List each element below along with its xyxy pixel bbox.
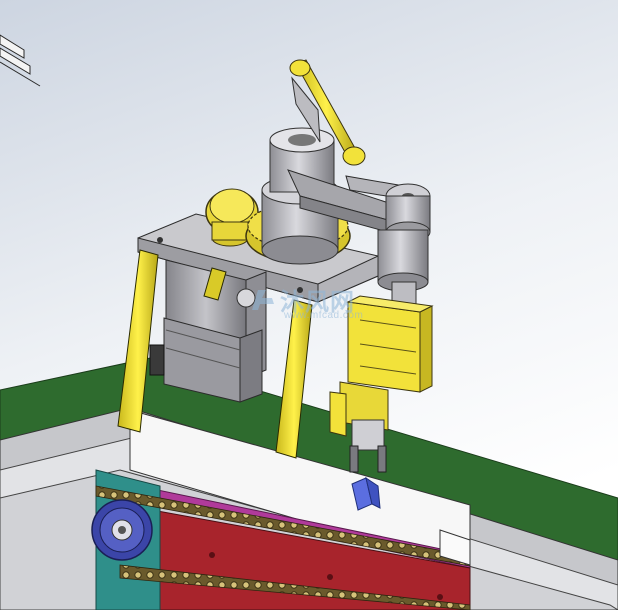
cad-viewport[interactable]: 沐风网 www.mfcad.com xyxy=(0,0,618,611)
cad-model-drawing xyxy=(0,0,618,611)
sprocket-wheel xyxy=(91,499,153,561)
